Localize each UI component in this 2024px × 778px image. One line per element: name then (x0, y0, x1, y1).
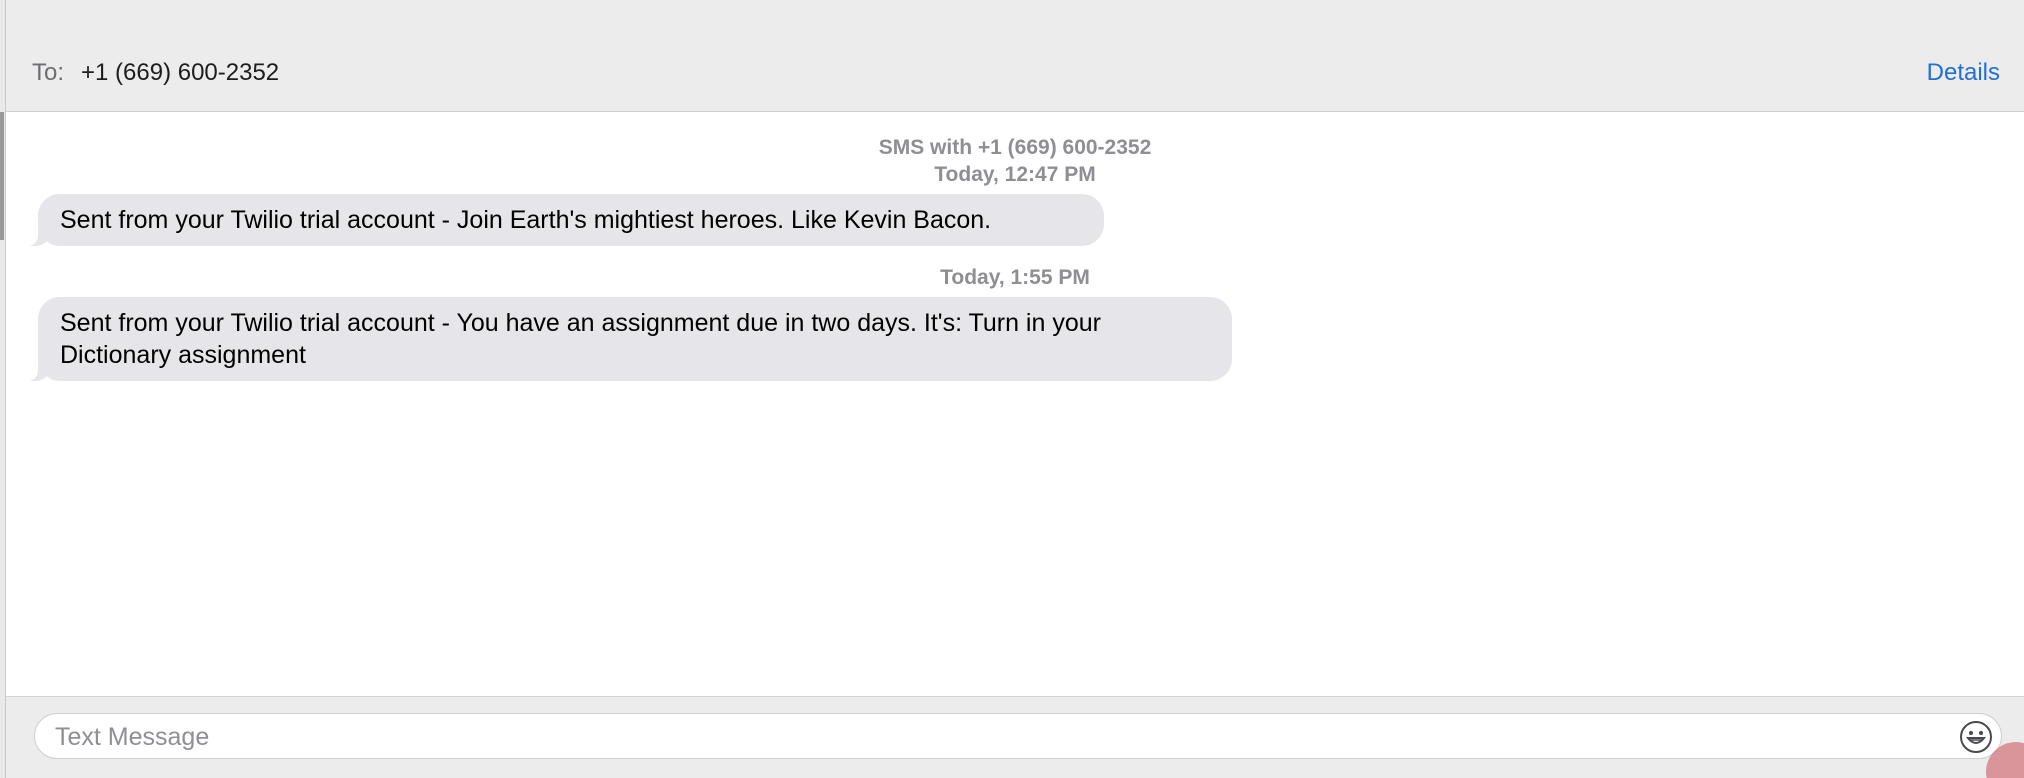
recipient-value[interactable]: +1 (669) 600-2352 (81, 59, 279, 87)
message-text: Sent from your Twilio trial account - Yo… (60, 309, 1101, 369)
conversation-header: To: +1 (669) 600-2352 Details (6, 0, 2024, 112)
details-button[interactable]: Details (1927, 59, 2000, 87)
message-text: Sent from your Twilio trial account - Jo… (60, 206, 992, 234)
sidebar-scrollbar[interactable] (0, 112, 4, 240)
message-thread[interactable]: SMS with +1 (669) 600-2352 Today, 12:47 … (6, 112, 2024, 696)
incoming-message-bubble[interactable]: Sent from your Twilio trial account - Yo… (20, 297, 1232, 381)
text-message-field[interactable] (34, 713, 2002, 759)
message-timestamp: Today, 12:47 PM (934, 163, 1096, 186)
messages-window: To: +1 (669) 600-2352 Details SMS with +… (0, 0, 2024, 778)
message-composer (6, 696, 2024, 778)
recipient-label: To: (32, 59, 65, 86)
service-line: SMS with +1 (669) 600-2352 (878, 136, 1152, 159)
incoming-message-bubble[interactable]: Sent from your Twilio trial account - Jo… (20, 194, 1104, 246)
smiley-face-icon[interactable] (1959, 720, 1993, 754)
text-message-input[interactable] (53, 720, 1937, 754)
message-timestamp: Today, 1:55 PM (940, 266, 1090, 289)
